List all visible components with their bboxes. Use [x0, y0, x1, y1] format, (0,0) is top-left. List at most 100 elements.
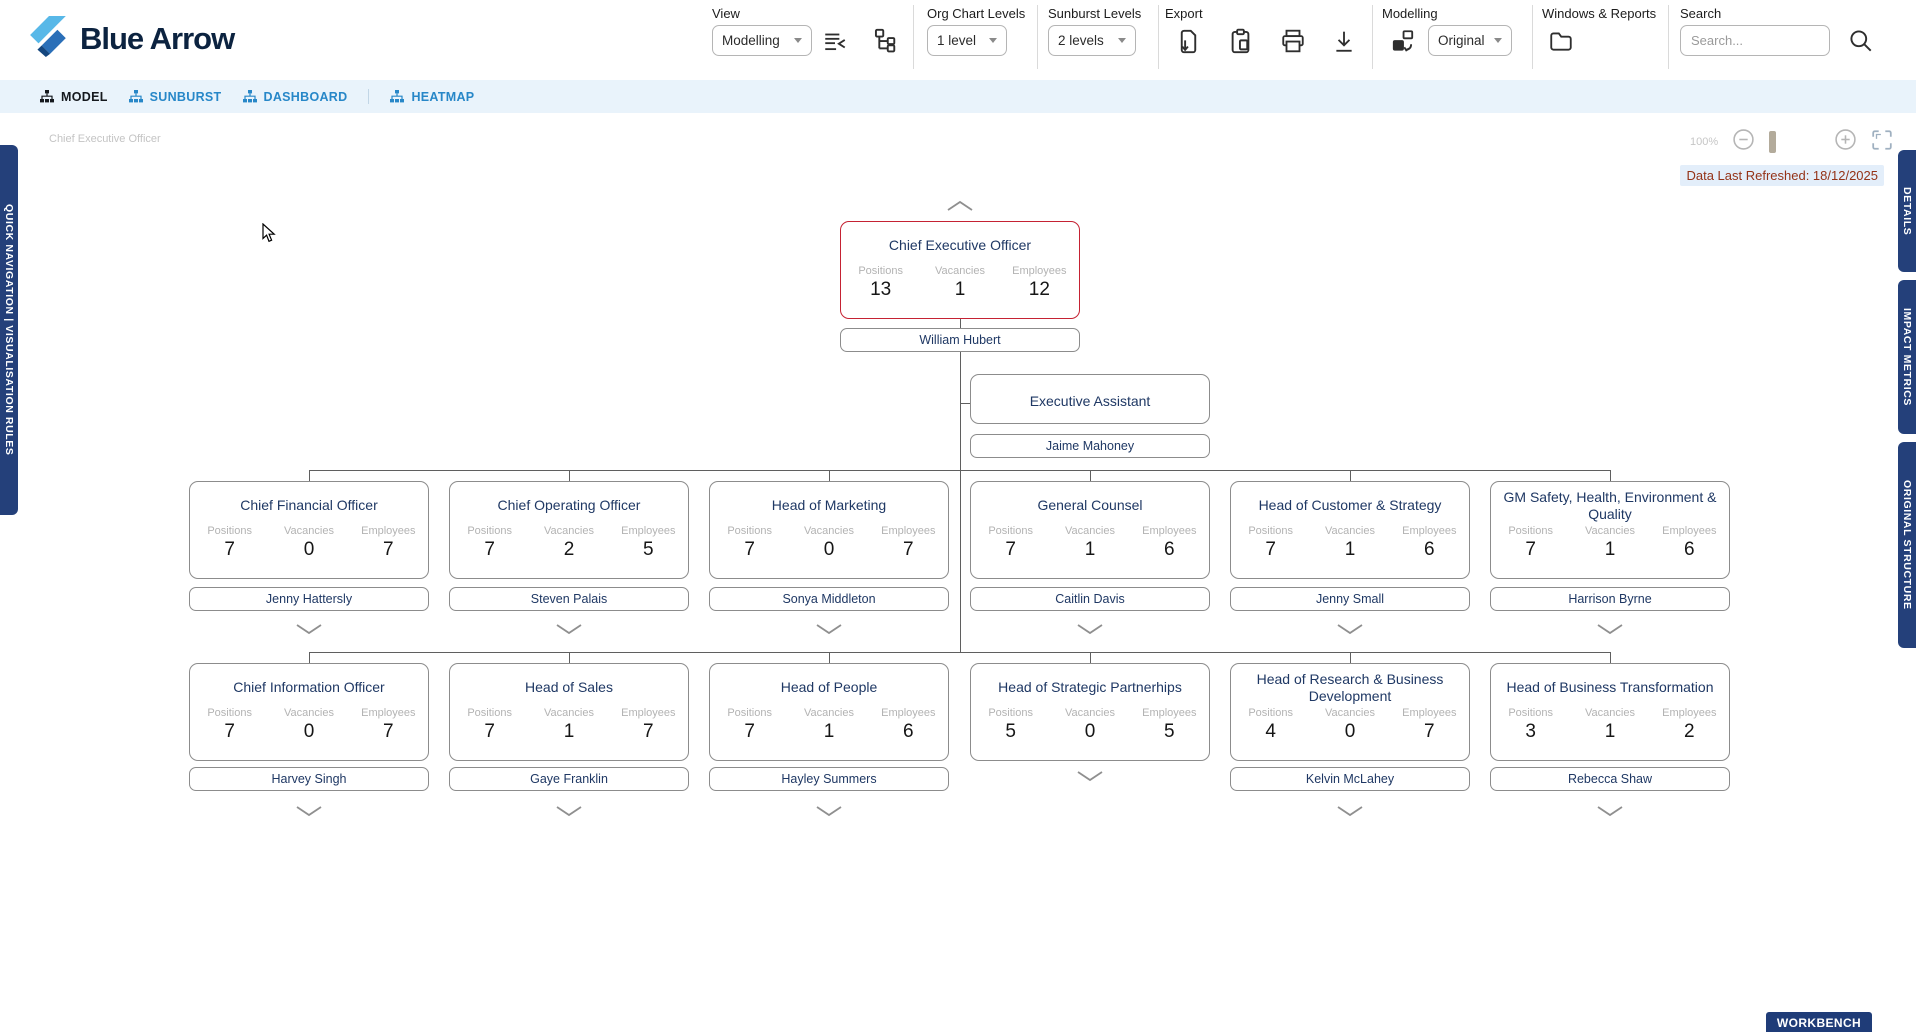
impact-metrics-panel-tab[interactable]: IMPACT METRICS: [1898, 280, 1916, 434]
org-node-person[interactable]: Harrison Byrne: [1490, 587, 1730, 611]
stat-label: Positions: [971, 525, 1050, 537]
org-node[interactable]: General CounselPositions7Vacancies1Emplo…: [970, 481, 1210, 579]
org-node-person[interactable]: Harvey Singh: [189, 767, 429, 791]
scenario-select[interactable]: Original: [1428, 25, 1512, 56]
org-node-stats: Positions7Vacancies2Employees5: [450, 525, 688, 561]
org-node[interactable]: Head of Strategic PartnerhipsPositions5V…: [970, 663, 1210, 761]
folder-icon[interactable]: [1548, 28, 1574, 54]
org-node-person[interactable]: Jaime Mahoney: [970, 434, 1210, 458]
org-node-root[interactable]: Chief Executive Officer Positions13 Vaca…: [840, 221, 1080, 319]
tab-separator: [368, 89, 369, 104]
org-chart-canvas[interactable]: Chief Executive Officer 100% Data Last R…: [0, 113, 1916, 1032]
stat-value: 7: [1390, 721, 1469, 743]
org-node-person[interactable]: Sonya Middleton: [709, 587, 949, 611]
stat-value: 7: [190, 539, 269, 561]
stat-label: Vacancies: [529, 525, 608, 537]
expand-down-chevron-icon[interactable]: [1336, 805, 1364, 817]
expand-down-chevron-icon[interactable]: [1596, 623, 1624, 635]
workbench-button[interactable]: WORKBENCH: [1766, 1012, 1872, 1032]
legend-compare-icon[interactable]: [822, 29, 848, 53]
org-node-person[interactable]: Jenny Small: [1230, 587, 1470, 611]
org-node[interactable]: Head of Business TransformationPositions…: [1490, 663, 1730, 761]
search-input[interactable]: [1680, 25, 1830, 56]
connector-line: [1090, 470, 1091, 481]
tab-sunburst-label: SUNBURST: [150, 90, 222, 104]
org-node-assistant[interactable]: Executive Assistant: [970, 374, 1210, 424]
sunburst-levels-select[interactable]: 2 levels: [1048, 25, 1136, 56]
stat-value: 0: [1050, 721, 1129, 743]
org-node[interactable]: Head of MarketingPositions7Vacancies0Emp…: [709, 481, 949, 579]
org-chart-levels-select[interactable]: 1 level: [927, 25, 1007, 56]
expand-down-chevron-icon[interactable]: [295, 623, 323, 635]
org-node[interactable]: GM Safety, Health, Environment & Quality…: [1490, 481, 1730, 579]
org-node[interactable]: Head of PeoplePositions7Vacancies1Employ…: [709, 663, 949, 761]
expand-down-chevron-icon[interactable]: [815, 623, 843, 635]
quick-navigation-panel-tab[interactable]: QUICK NAVIGATION | VISUALISATION RULES: [0, 145, 18, 515]
org-node[interactable]: Chief Financial OfficerPositions7Vacanci…: [189, 481, 429, 579]
org-node[interactable]: Head of Customer & StrategyPositions7Vac…: [1230, 481, 1470, 579]
expand-down-chevron-icon[interactable]: [555, 805, 583, 817]
stat-value: 6: [1130, 539, 1209, 561]
expand-down-chevron-icon[interactable]: [295, 805, 323, 817]
org-node-person[interactable]: Rebecca Shaw: [1490, 767, 1730, 791]
org-node-stats: Positions7Vacancies1Employees6: [1231, 525, 1469, 561]
stat-label: Vacancies: [789, 525, 868, 537]
org-node-person[interactable]: Hayley Summers: [709, 767, 949, 791]
expand-down-chevron-icon[interactable]: [815, 805, 843, 817]
stat-value: 1: [1310, 539, 1389, 561]
stat-label: Vacancies: [920, 265, 999, 277]
org-node-stats: Positions7Vacancies1Employees6: [1491, 525, 1729, 561]
org-node[interactable]: Head of SalesPositions7Vacancies1Employe…: [449, 663, 689, 761]
export-file-icon[interactable]: [1176, 28, 1201, 55]
stat-value: 6: [869, 721, 948, 743]
org-node[interactable]: Chief Operating OfficerPositions7Vacanci…: [449, 481, 689, 579]
tab-dashboard[interactable]: DASHBOARD: [243, 90, 348, 104]
expand-down-chevron-icon[interactable]: [555, 623, 583, 635]
org-node-person[interactable]: Steven Palais: [449, 587, 689, 611]
expand-down-chevron-icon[interactable]: [1336, 623, 1364, 635]
scenario-icon[interactable]: [1390, 28, 1416, 54]
org-node-stats: Positions7Vacancies1Employees7: [450, 707, 688, 743]
org-node-person[interactable]: Gaye Franklin: [449, 767, 689, 791]
printer-icon[interactable]: [1280, 28, 1306, 54]
org-node[interactable]: Chief Information OfficerPositions7Vacan…: [189, 663, 429, 761]
stat-label: Employees: [1390, 525, 1469, 537]
clipboard-icon[interactable]: [1228, 28, 1253, 55]
org-node-person[interactable]: Caitlin Davis: [970, 587, 1210, 611]
tab-model[interactable]: MODEL: [40, 90, 108, 104]
tab-sunburst[interactable]: SUNBURST: [129, 90, 222, 104]
tab-heatmap-label: HEATMAP: [411, 90, 474, 104]
chevron-down-icon: [1494, 38, 1502, 43]
org-node-person[interactable]: Kelvin McLahey: [1230, 767, 1470, 791]
expand-down-chevron-icon[interactable]: [1596, 805, 1624, 817]
org-tree-icon[interactable]: [872, 27, 899, 54]
org-chart: Chief Executive Officer Positions13 Vaca…: [0, 113, 1916, 1032]
download-icon[interactable]: [1332, 29, 1356, 54]
org-node-stats: Positions7Vacancies0Employees7: [710, 525, 948, 561]
original-structure-panel-tab[interactable]: ORIGINAL STRUCTURE: [1898, 442, 1916, 648]
org-node-title: Head of Business Transformation: [1491, 664, 1729, 706]
tab-heatmap[interactable]: HEATMAP: [390, 90, 474, 104]
stat-label: Positions: [1231, 707, 1310, 719]
stat-label: Employees: [1650, 525, 1729, 537]
expand-up-chevron-icon[interactable]: [946, 200, 974, 212]
tab-model-label: MODEL: [61, 90, 108, 104]
stat-value: 1: [1050, 539, 1129, 561]
org-node-person[interactable]: Jenny Hattersly: [189, 587, 429, 611]
stat-value: 5: [1130, 721, 1209, 743]
sunburst-levels-value: 2 levels: [1058, 33, 1104, 48]
view-mode-select[interactable]: Modelling: [712, 25, 812, 56]
details-panel-tab[interactable]: DETAILS: [1898, 150, 1916, 272]
blue-arrow-logo-icon: [28, 14, 70, 63]
modelling-section-label: Modelling: [1382, 6, 1438, 21]
stat-label: Positions: [1231, 525, 1310, 537]
org-node[interactable]: Head of Research & Business DevelopmentP…: [1230, 663, 1470, 761]
stat-label: Positions: [1491, 707, 1570, 719]
search-icon[interactable]: [1848, 28, 1873, 53]
connector-line: [1610, 470, 1611, 481]
expand-down-chevron-icon[interactable]: [1076, 770, 1104, 782]
expand-down-chevron-icon[interactable]: [1076, 623, 1104, 635]
org-node-person[interactable]: William Hubert: [840, 328, 1080, 352]
stat-label: Employees: [1390, 707, 1469, 719]
org-node-stats: Positions7Vacancies0Employees7: [190, 525, 428, 561]
